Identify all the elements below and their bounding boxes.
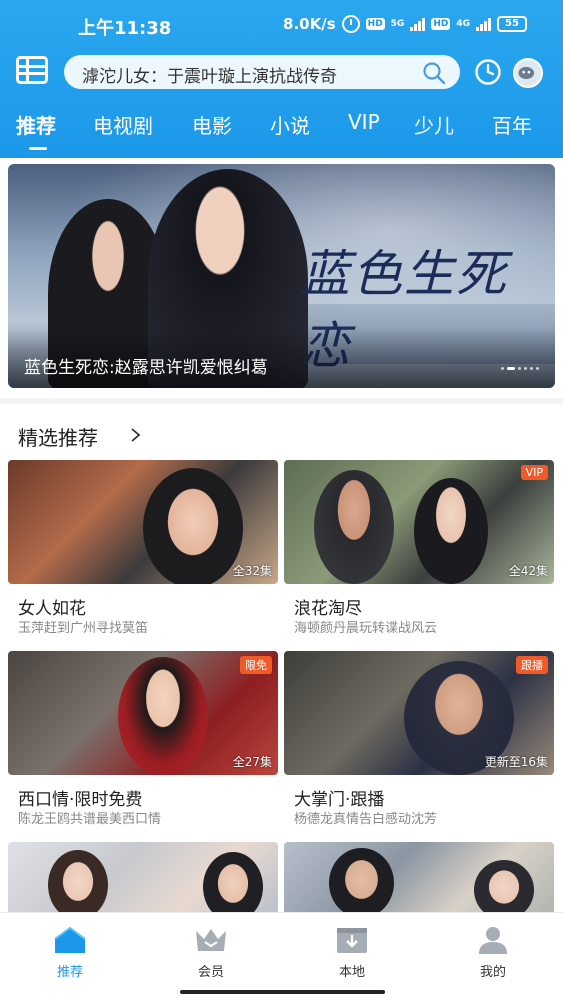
video-thumbnail: [8, 842, 278, 912]
search-input[interactable]: 滹沱儿女：于震叶璇上演抗战传奇: [64, 55, 460, 89]
thumbnail-figure: [118, 657, 208, 775]
crown-icon: [196, 929, 226, 951]
video-thumbnail: 全32集: [8, 460, 278, 584]
video-subtitle: 杨德龙真情告白感动沈芳: [294, 812, 438, 827]
banner-dot: [501, 367, 504, 370]
banner-pagination: [501, 367, 539, 370]
status-indicators: 8.0K/s HD 5G HD 4G 55: [283, 15, 527, 33]
nav-item-local[interactable]: 本地: [302, 913, 402, 1000]
network-type-1: 5G: [390, 18, 405, 29]
history-icon[interactable]: [474, 58, 502, 86]
signal-icon-1: [410, 17, 426, 31]
episode-count: 全32集: [232, 564, 272, 578]
nav-item-recommend[interactable]: 推荐: [20, 913, 120, 1000]
banner-dot: [518, 367, 521, 370]
hd-badge-1: HD: [365, 18, 385, 30]
section-divider: [0, 398, 563, 404]
nav-item-member[interactable]: 会员: [161, 913, 261, 1000]
video-card[interactable]: [8, 842, 278, 912]
video-title: 大掌门·跟播: [294, 790, 385, 810]
video-thumbnail: 限免 全27集: [8, 651, 278, 775]
alarm-icon: [341, 15, 360, 33]
banner-caption: 蓝色生死恋:赵露思许凯爱恨纠葛: [24, 358, 268, 378]
hd-badge-2: HD: [431, 18, 451, 30]
chevron-right-icon[interactable]: [128, 428, 142, 442]
video-thumbnail: [284, 842, 554, 912]
thumbnail-figure: [143, 468, 243, 584]
status-time: 上午11:38: [78, 18, 172, 39]
video-card[interactable]: [284, 842, 554, 912]
avatar-face-icon: [518, 66, 535, 80]
episode-count: 全42集: [508, 564, 548, 578]
thumbnail-figure: [314, 470, 394, 584]
thumbnail-figure: [474, 860, 534, 912]
category-tabs: 推荐 电视剧 电影 小说 VIP 少儿 百年: [0, 110, 563, 150]
home-indicator: [180, 990, 385, 994]
video-card[interactable]: 全32集 女人如花 玉萍赶到广州寻找莫笛: [8, 460, 278, 636]
hero-banner[interactable]: 蓝色生死恋 蓝色生死恋:赵露思许凯爱恨纠葛: [8, 164, 555, 388]
tab-kids[interactable]: 少儿: [414, 110, 454, 139]
tab-centennial[interactable]: 百年: [492, 110, 532, 139]
video-title: 西口情·限时免费: [18, 790, 143, 810]
search-row: 滹沱儿女：于震叶璇上演抗战传奇: [0, 52, 563, 92]
banner-dot: [524, 367, 527, 370]
header: 上午11:38 8.0K/s HD 5G HD 4G 55 滹沱儿女：于震叶璇上…: [0, 0, 563, 158]
download-icon: [337, 928, 367, 953]
live-badge: 跟播: [516, 656, 548, 674]
status-bar: 上午11:38 8.0K/s HD 5G HD 4G 55: [0, 0, 563, 48]
menu-icon[interactable]: [16, 56, 48, 84]
thumbnail-figure: [203, 852, 263, 912]
tab-vip[interactable]: VIP: [348, 110, 380, 134]
video-subtitle: 玉萍赶到广州寻找莫笛: [18, 621, 149, 636]
network-type-2: 4G: [456, 18, 470, 29]
section-title[interactable]: 精选推荐: [18, 422, 98, 451]
nav-label: 推荐: [56, 965, 83, 980]
network-speed: 8.0K/s: [283, 15, 336, 33]
search-placeholder: 滹沱儿女：于震叶璇上演抗战传奇: [82, 67, 337, 87]
video-card[interactable]: VIP 全42集 浪花淘尽 海顿颜丹晨玩转谍战风云: [284, 460, 554, 636]
tab-tv[interactable]: 电视剧: [93, 110, 153, 139]
banner-dot-active: [507, 367, 515, 370]
video-subtitle: 海顿颜丹晨玩转谍战风云: [294, 621, 438, 636]
banner-dot: [530, 367, 533, 370]
video-title: 浪花淘尽: [294, 599, 362, 619]
battery-icon: 55: [497, 16, 527, 32]
video-card[interactable]: 限免 全27集 西口情·限时免费 陈龙王鸥共谱最美西口情: [8, 651, 278, 827]
thumbnail-figure: [414, 478, 488, 584]
tab-novel[interactable]: 小说: [270, 110, 310, 139]
user-icon: [479, 927, 507, 954]
bottom-navigation: 推荐 会员 本地 我的: [0, 912, 563, 1000]
free-badge: 限免: [240, 656, 272, 674]
search-icon[interactable]: [422, 61, 446, 85]
video-thumbnail: 跟播 更新至16集: [284, 651, 554, 775]
video-thumbnail: VIP 全42集: [284, 460, 554, 584]
home-icon: [54, 926, 86, 953]
tab-movie[interactable]: 电影: [192, 110, 232, 139]
nav-label: 会员: [197, 965, 224, 980]
active-tab-indicator: [29, 147, 47, 150]
nav-item-profile[interactable]: 我的: [443, 913, 543, 1000]
signal-icon-2: [476, 17, 491, 31]
tab-recommend[interactable]: 推荐: [16, 110, 56, 139]
video-card[interactable]: 跟播 更新至16集 大掌门·跟播 杨德龙真情告白感动沈芳: [284, 651, 554, 827]
nav-label: 我的: [479, 965, 506, 980]
nav-label: 本地: [338, 965, 365, 980]
thumbnail-figure: [329, 848, 394, 912]
vip-badge: VIP: [520, 465, 548, 480]
episode-count: 全27集: [232, 755, 272, 769]
video-title: 女人如花: [18, 599, 86, 619]
avatar[interactable]: [513, 58, 543, 88]
banner-dot: [536, 367, 539, 370]
thumbnail-figure: [48, 850, 108, 912]
video-subtitle: 陈龙王鸥共谱最美西口情: [18, 812, 162, 827]
episode-count: 更新至16集: [484, 755, 548, 769]
